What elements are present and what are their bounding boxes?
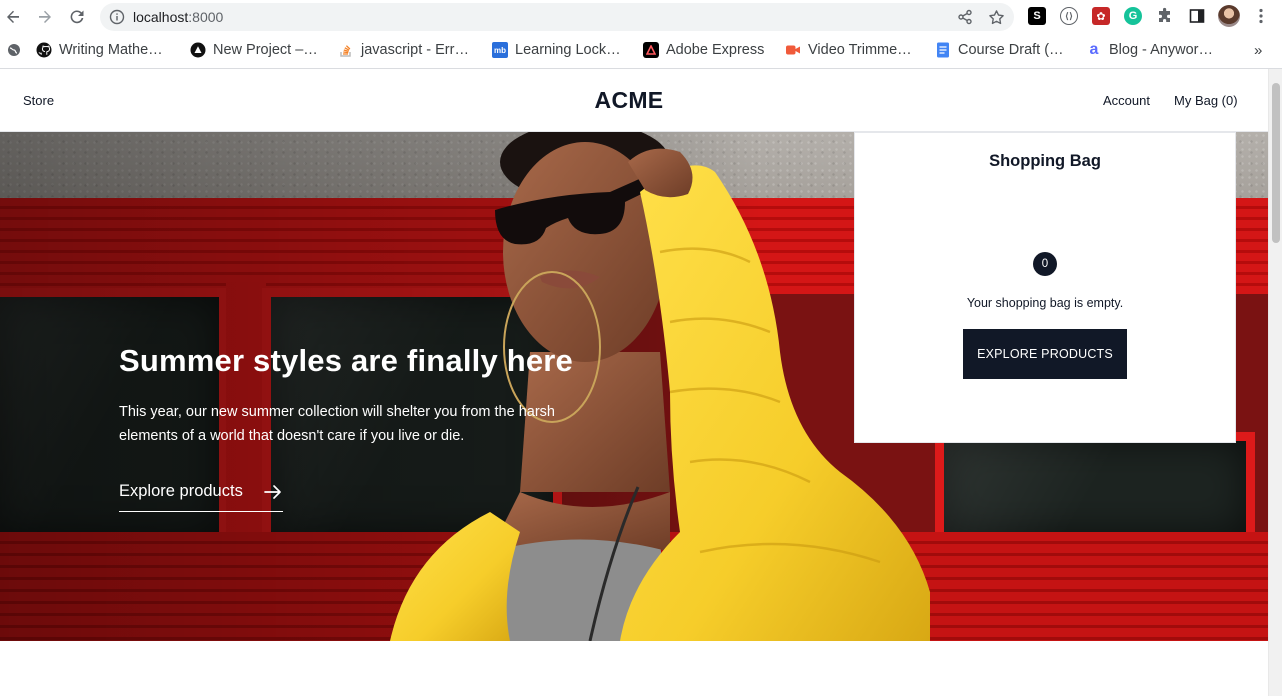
explore-products-link-label: Explore products xyxy=(119,482,243,500)
more-bookmarks-button[interactable]: » xyxy=(1254,40,1262,60)
arrow-left-icon xyxy=(7,10,19,23)
bookmark-item[interactable]: Adobe Express xyxy=(643,40,764,60)
grammarly-extension-icon[interactable]: G xyxy=(1124,7,1142,25)
hero-model-image xyxy=(370,132,930,641)
browser-toolbar: localhost:8000 S ⟨⟩ ✿ G xyxy=(0,0,1282,34)
browser-chrome: localhost:8000 S ⟨⟩ ✿ G Writing Mathe… N… xyxy=(0,0,1282,69)
profile-avatar[interactable] xyxy=(1218,5,1240,27)
arrow-right-icon xyxy=(39,10,51,23)
address-bar[interactable]: localhost:8000 xyxy=(100,3,1014,31)
forward-button[interactable] xyxy=(33,5,57,29)
google-docs-icon xyxy=(935,42,951,58)
scrollbar-thumb[interactable] xyxy=(1272,83,1280,243)
shopping-bag-dropdown: Shopping Bag 0 Your shopping bag is empt… xyxy=(854,132,1236,443)
globe-icon xyxy=(6,42,22,58)
shopping-bag-title: Shopping Bag xyxy=(989,152,1101,170)
stackoverflow-icon xyxy=(338,42,354,58)
adobe-express-icon xyxy=(643,42,659,58)
explore-products-button[interactable]: EXPLORE PRODUCTS xyxy=(963,329,1127,379)
bookmarks-globe[interactable] xyxy=(6,40,22,60)
red-extension-icon[interactable]: ✿ xyxy=(1092,7,1110,25)
bookmark-star-button[interactable] xyxy=(986,7,1006,27)
share-button[interactable] xyxy=(955,7,975,27)
triangle-logo-icon xyxy=(190,42,206,58)
nav-account-link[interactable]: Account xyxy=(1103,93,1150,108)
puzzle-extension-icon[interactable] xyxy=(1156,7,1174,25)
page-scrollbar[interactable] xyxy=(1268,69,1282,696)
kebab-menu-icon xyxy=(1259,8,1263,24)
star-icon xyxy=(988,9,1004,24)
reload-icon xyxy=(70,10,84,24)
explore-products-link[interactable]: Explore products xyxy=(119,482,283,512)
side-panel-button[interactable] xyxy=(1188,7,1206,25)
side-panel-icon xyxy=(1189,9,1205,23)
hero-description: This year, our new summer collection wil… xyxy=(119,404,555,444)
bookmarks-bar: Writing Mathe… New Project –… javascript… xyxy=(0,36,1282,64)
video-icon xyxy=(785,42,801,58)
info-icon[interactable] xyxy=(109,9,125,25)
bookmark-item[interactable]: javascript - Err… xyxy=(338,40,469,60)
arrow-right-icon xyxy=(264,485,281,499)
url-text[interactable]: localhost:8000 xyxy=(133,9,223,25)
nav-my-bag-link[interactable]: My Bag (0) xyxy=(1174,93,1238,108)
s-extension-icon[interactable]: S xyxy=(1028,7,1046,25)
share-icon xyxy=(958,9,972,25)
code-extension-icon[interactable]: ⟨⟩ xyxy=(1060,7,1078,25)
mb-logo-icon: mb xyxy=(492,42,508,58)
github-icon xyxy=(36,42,52,58)
url-port: :8000 xyxy=(188,9,224,25)
reload-button[interactable] xyxy=(65,5,89,29)
anyword-icon: a xyxy=(1089,41,1099,58)
url-host: localhost xyxy=(133,9,189,25)
bookmark-item[interactable]: a Blog - Anywor… xyxy=(1086,40,1213,60)
browser-menu-button[interactable] xyxy=(1252,7,1270,25)
brand-logo[interactable]: ACME xyxy=(0,87,1258,114)
bookmark-item[interactable]: Video Trimme… xyxy=(785,40,912,60)
bag-empty-message: Your shopping bag is empty. xyxy=(966,296,1124,310)
bag-count-badge: 0 xyxy=(1033,252,1057,276)
hero-title: Summer styles are finally here xyxy=(119,343,574,378)
bookmark-item[interactable]: Writing Mathe… xyxy=(36,40,163,60)
web-page: Store ACME Account My Bag (0) Summer sty… xyxy=(0,69,1268,696)
bookmark-item[interactable]: Course Draft (… xyxy=(935,40,1064,60)
bookmark-item[interactable]: mb Learning Lock… xyxy=(492,40,621,60)
bookmark-item[interactable]: New Project –… xyxy=(190,40,318,60)
back-button[interactable] xyxy=(1,5,25,29)
site-header: Store ACME Account My Bag (0) xyxy=(0,69,1268,132)
